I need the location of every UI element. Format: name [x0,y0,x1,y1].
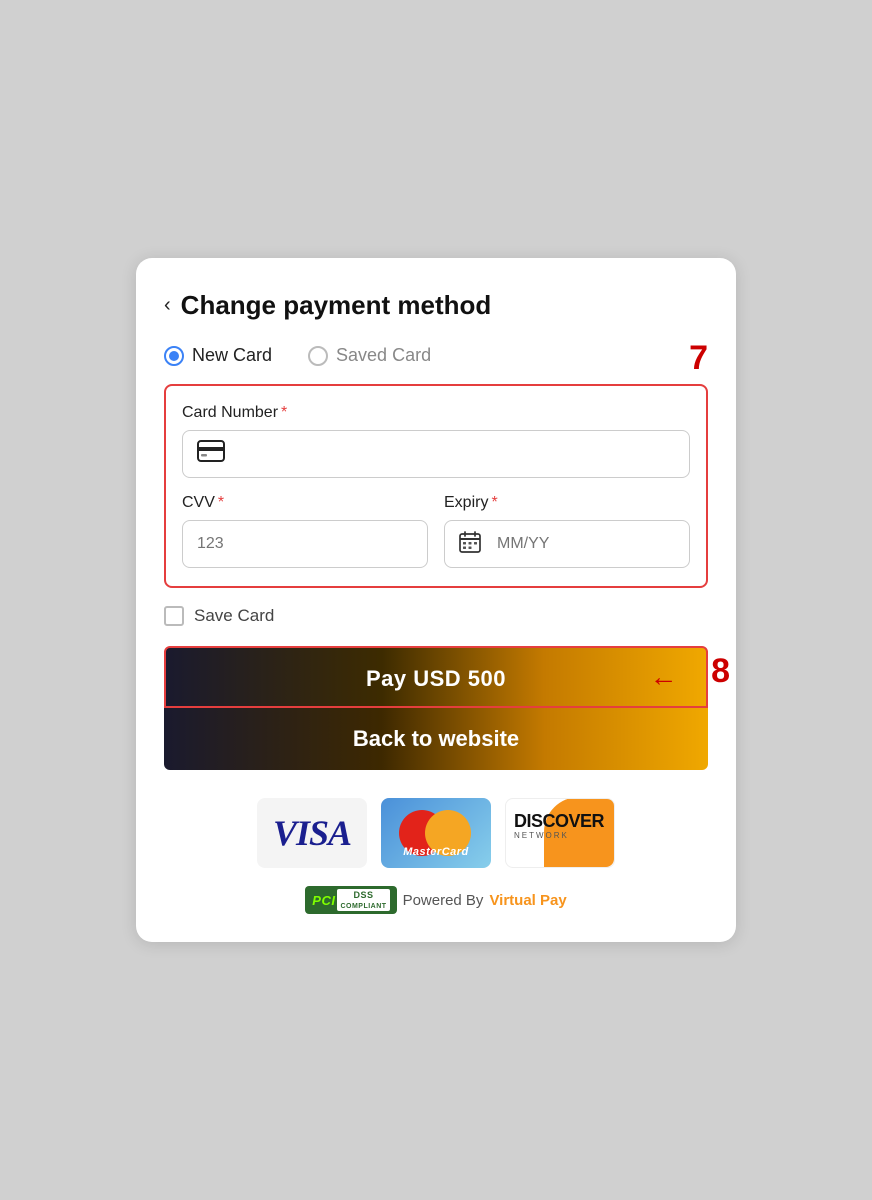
credit-card-icon [197,440,225,468]
discover-logo: DISCOVER NETWORK [505,798,615,868]
card-number-field-group: Card Number* [182,404,690,478]
cvv-field-group: CVV* [182,494,428,568]
card-number-input-wrapper[interactable] [182,430,690,478]
visa-logo: VISA [257,798,367,868]
payment-logos: VISA MasterCard DISCOVER NETWORK [164,798,708,868]
pci-dss-badge: PCI DSSCOMPLIANT [305,886,396,914]
save-card-label: Save Card [194,606,274,626]
powered-by-text: Powered By [403,892,484,909]
expiry-label: Expiry* [444,494,690,512]
tab-saved-card-label: Saved Card [336,345,431,366]
cvv-input-wrapper[interactable] [182,520,428,568]
footer-powered-by: PCI DSSCOMPLIANT Powered By Virtual Pay [164,886,708,914]
header: ‹ Change payment method [164,290,708,321]
annotation-8: 8 [711,652,730,691]
cvv-expiry-row: CVV* Expiry* [182,494,690,568]
expiry-input-wrapper[interactable] [444,520,690,568]
payment-card: ‹ Change payment method New Card Saved C… [136,258,736,942]
arrow-left-red-icon: ← [650,646,679,708]
save-card-row: Save Card [164,606,708,626]
expiry-input[interactable] [497,535,675,553]
pay-button-label: Pay USD 500 [366,666,506,691]
tab-new-card-label: New Card [192,345,272,366]
pay-button[interactable]: Pay USD 500 ← [164,646,708,708]
card-number-label: Card Number* [182,404,690,422]
pay-button-wrapper: Pay USD 500 ← [164,646,708,708]
tab-saved-card[interactable]: Saved Card [308,345,431,366]
radio-saved-card[interactable] [308,346,328,366]
radio-new-card[interactable] [164,346,184,366]
cvv-label: CVV* [182,494,428,512]
page-title: Change payment method [181,290,492,321]
mastercard-logo: MasterCard [381,798,491,868]
back-button-label: Back to website [353,726,519,751]
card-form-section: Card Number* CVV* [164,384,708,588]
expiry-field-group: Expiry* [444,494,690,568]
tab-new-card[interactable]: New Card [164,345,272,366]
save-card-checkbox[interactable] [164,606,184,626]
back-to-website-button[interactable]: Back to website [164,708,708,770]
card-number-input[interactable] [235,445,675,463]
annotation-7: 7 [689,339,708,378]
back-arrow-icon[interactable]: ‹ [164,294,171,317]
cvv-input[interactable] [197,535,413,553]
buttons-wrapper: 8 Pay USD 500 ← Back to website [164,646,708,770]
virtual-pay-brand: Virtual Pay [489,892,566,909]
tab-row: New Card Saved Card 7 [164,345,708,366]
calendar-icon [459,531,481,558]
